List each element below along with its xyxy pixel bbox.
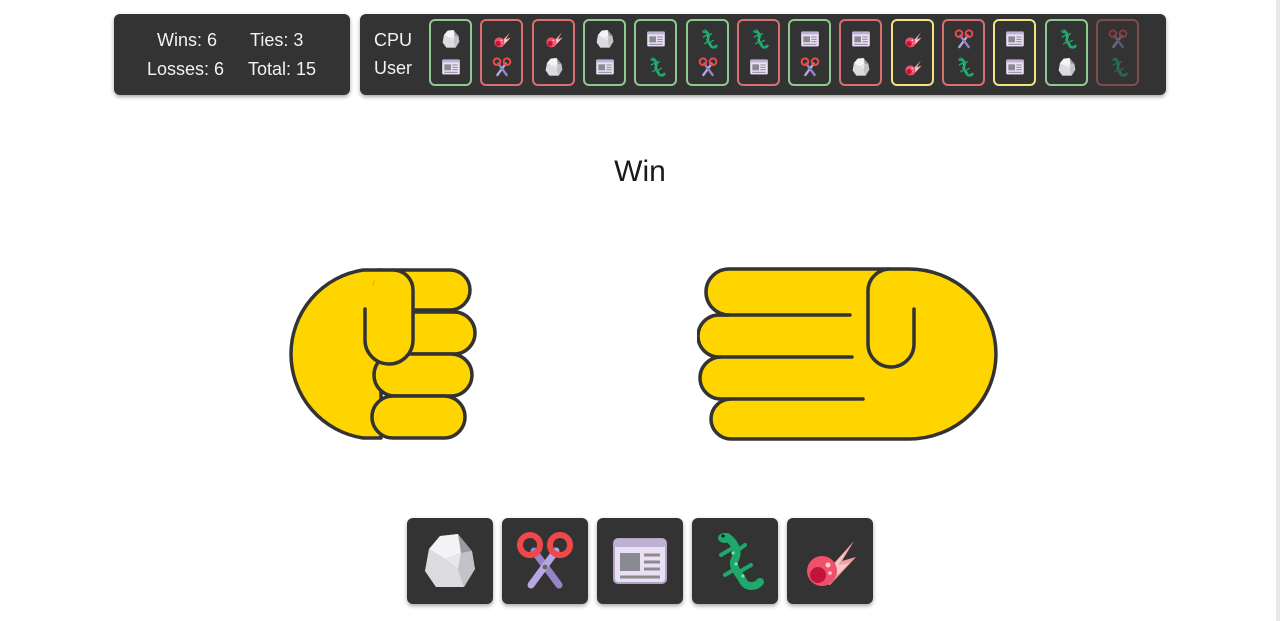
page-scrollbar[interactable] bbox=[1276, 0, 1280, 621]
user-paper-icon bbox=[441, 57, 461, 77]
round-10 bbox=[890, 19, 934, 86]
round-11 bbox=[942, 19, 985, 86]
round-13 bbox=[1044, 19, 1088, 86]
round-4 bbox=[582, 19, 626, 86]
cpu-rock-icon bbox=[595, 29, 615, 49]
round-6 bbox=[685, 19, 729, 86]
lizard-choice-button[interactable] bbox=[692, 518, 778, 604]
user-scissors-icon bbox=[800, 57, 820, 77]
user-lizard-icon bbox=[1108, 57, 1128, 77]
cpu-meteor-icon bbox=[544, 29, 564, 49]
cpu-lizard-icon bbox=[749, 29, 769, 49]
round-9 bbox=[839, 19, 883, 86]
user-rock-icon bbox=[544, 57, 564, 77]
round-5 bbox=[634, 19, 678, 86]
cpu-lizard-icon bbox=[698, 29, 718, 49]
cpu-paper-icon bbox=[851, 29, 871, 49]
total-count: Total: 15 bbox=[248, 59, 317, 79]
user-meteor-icon bbox=[903, 57, 923, 77]
cpu-meteor-icon bbox=[492, 29, 512, 49]
losses-count: Losses: 6 bbox=[147, 59, 225, 79]
result-text: Win bbox=[614, 155, 666, 188]
user-paper-icon bbox=[749, 57, 769, 77]
round-8 bbox=[788, 19, 832, 86]
paper-choice-button[interactable] bbox=[597, 518, 683, 604]
meteor-choice-button[interactable] bbox=[787, 518, 873, 604]
ties-count: Ties: 3 bbox=[250, 30, 304, 50]
round-2 bbox=[480, 19, 524, 86]
rock-choice-button[interactable] bbox=[407, 518, 493, 604]
cpu-paper-icon bbox=[800, 29, 820, 49]
cpu-paper-icon bbox=[1005, 29, 1025, 49]
cpu-paper-icon bbox=[646, 29, 666, 49]
user-scissors-icon bbox=[492, 57, 512, 77]
cpu-meteor-icon bbox=[903, 29, 923, 49]
score-panel: Wins: 6 Ties: 3 Losses: 6 Total: 15 bbox=[114, 14, 350, 95]
cpu-scissors-icon bbox=[954, 29, 974, 49]
cpu-lizard-icon bbox=[1057, 29, 1077, 49]
round-12 bbox=[993, 19, 1037, 86]
round-3 bbox=[531, 19, 575, 86]
user-lizard-icon bbox=[954, 57, 974, 77]
wins-count: Wins: 6 bbox=[157, 30, 218, 50]
round-7 bbox=[736, 19, 780, 86]
user-rock-icon bbox=[851, 57, 871, 77]
user-flat-hand bbox=[696, 266, 1003, 442]
user-paper-icon bbox=[1005, 57, 1025, 77]
user-scissors-icon bbox=[698, 57, 718, 77]
cpu-row-label: CPU bbox=[374, 30, 413, 50]
cpu-scissors-icon bbox=[1108, 29, 1128, 49]
cpu-fist-hand bbox=[276, 266, 478, 442]
scissors-choice-button[interactable] bbox=[502, 518, 588, 604]
round-14 bbox=[1095, 19, 1139, 86]
user-row-label: User bbox=[374, 58, 413, 78]
user-paper-icon bbox=[595, 57, 615, 77]
user-lizard-icon bbox=[646, 57, 666, 77]
round-1 bbox=[429, 19, 472, 86]
cpu-rock-icon bbox=[441, 29, 461, 49]
history-panel: CPU User bbox=[360, 14, 1166, 95]
user-rock-icon bbox=[1057, 57, 1077, 77]
